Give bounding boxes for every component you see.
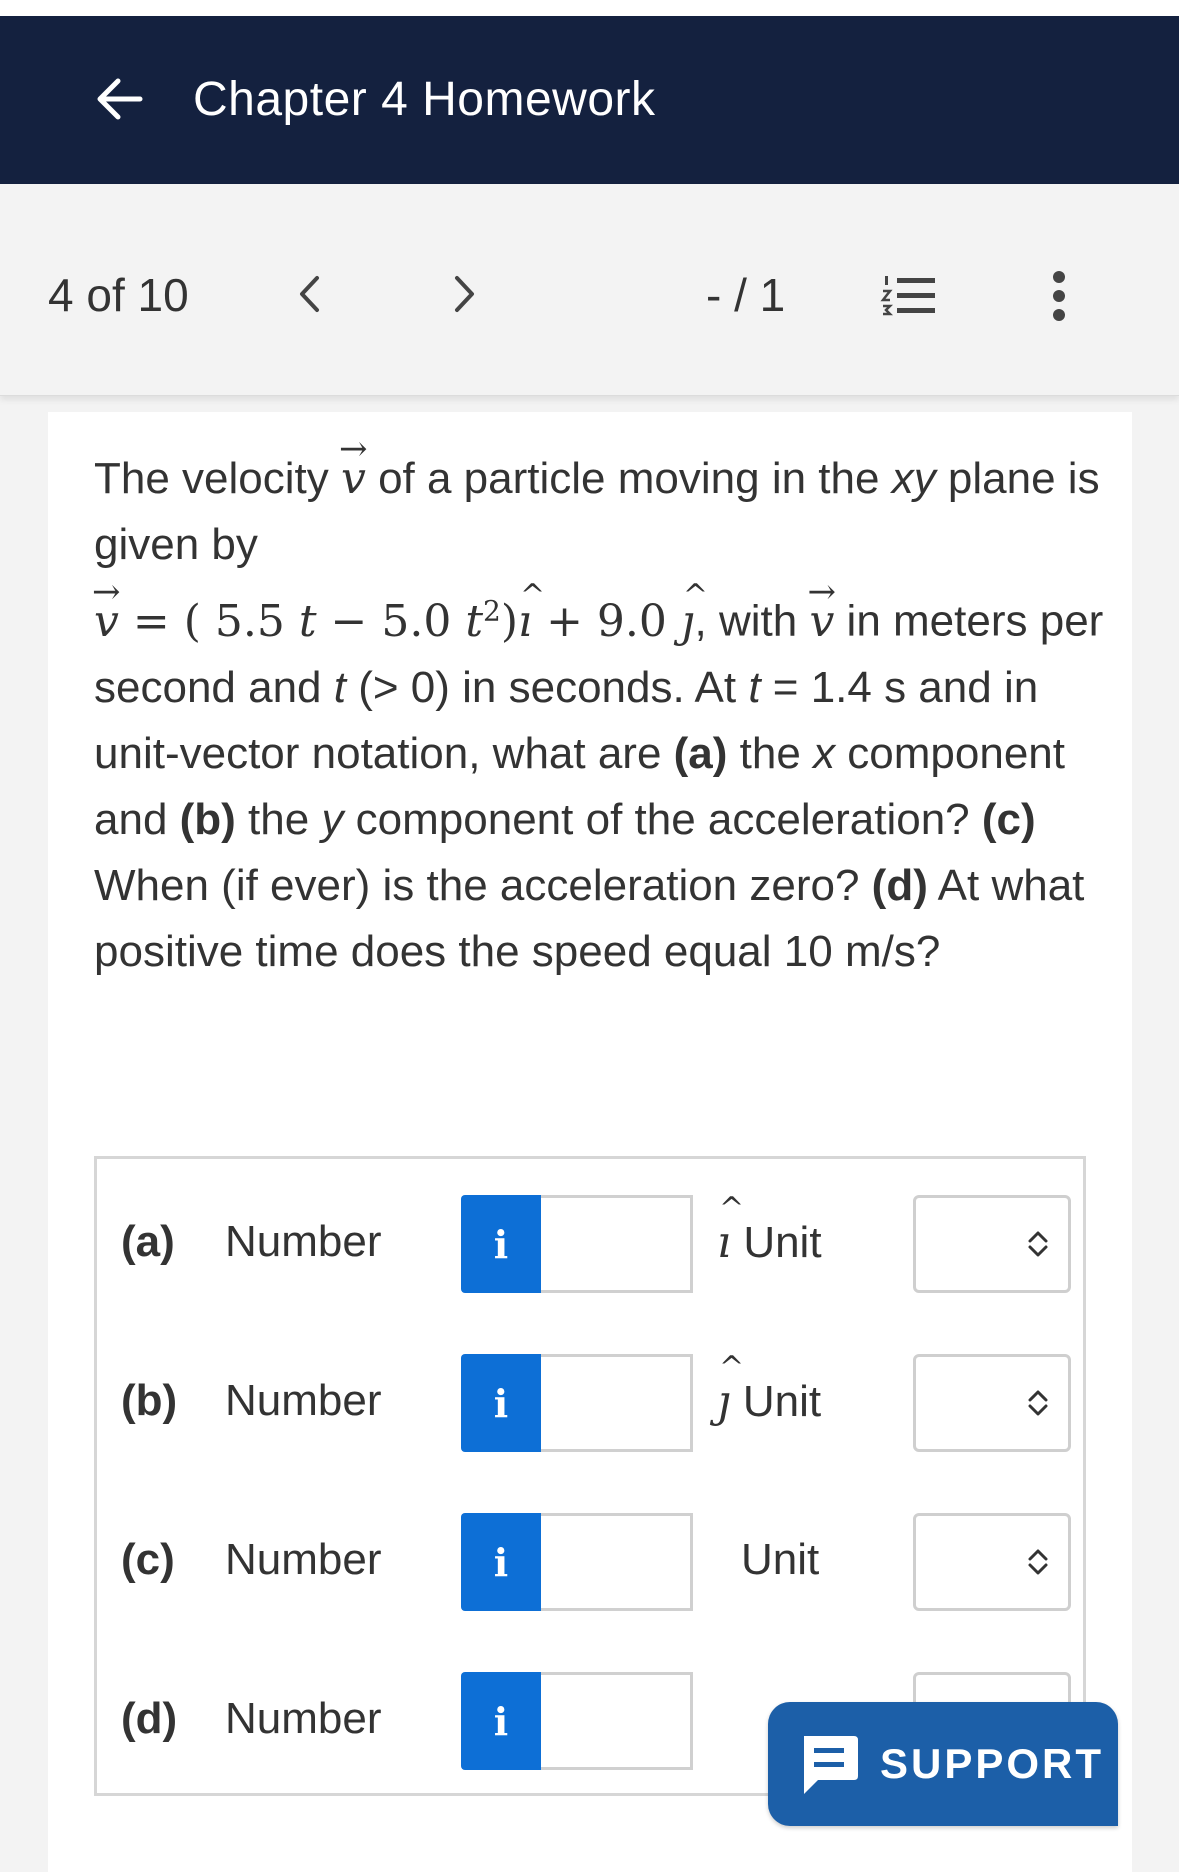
info-button[interactable]: i (461, 1354, 541, 1452)
chevron-up-down-icon (1028, 1390, 1048, 1416)
answer-row-b: (b) Number i ȷ Unit (97, 1348, 1083, 1452)
chevron-up-down-icon (1028, 1231, 1048, 1257)
unit-select[interactable] (913, 1513, 1071, 1611)
more-vertical-icon (1053, 271, 1065, 321)
chevron-right-icon (455, 276, 474, 312)
part-label: (a) (121, 1217, 175, 1266)
previous-question-button[interactable] (284, 266, 334, 322)
unit-select[interactable] (913, 1195, 1071, 1293)
unit-label: ı Unit (717, 1191, 822, 1268)
next-question-button[interactable] (440, 266, 490, 322)
number-label: Number (225, 1217, 382, 1266)
number-input[interactable] (541, 1195, 693, 1293)
info-button[interactable]: i (461, 1513, 541, 1611)
number-input[interactable] (541, 1354, 693, 1452)
status-strip (0, 0, 1179, 16)
numbered-list-icon (880, 276, 935, 316)
arrow-left-icon (97, 78, 143, 120)
chevron-up-down-icon (1028, 1549, 1048, 1575)
velocity-equation: v = ( 5.5 t − 5.0 t2)ı + 9.0 ȷ (92, 559, 707, 647)
support-label: SUPPORT (880, 1740, 1105, 1787)
answer-panel: (a) Number i ı Unit (b) Number i ȷ Unit … (94, 1156, 1086, 1796)
info-button[interactable]: i (461, 1672, 541, 1770)
question-text: The velocity v of a particle moving in t… (92, 416, 1104, 985)
part-label: (b) (121, 1376, 178, 1425)
support-button[interactable]: SUPPORT (768, 1702, 1118, 1826)
unit-label: ȷ Unit (717, 1350, 821, 1427)
unit-label: Unit (741, 1535, 820, 1584)
velocity-vector-symbol: v (339, 416, 367, 512)
question-card: The velocity v of a particle moving in t… (48, 412, 1132, 1872)
unit-select[interactable] (913, 1354, 1071, 1452)
number-input[interactable] (541, 1513, 693, 1611)
answer-row-a: (a) Number i ı Unit (97, 1189, 1083, 1293)
info-button[interactable]: i (461, 1195, 541, 1293)
number-input[interactable] (541, 1672, 693, 1770)
chat-icon (804, 1736, 858, 1794)
number-label: Number (225, 1535, 382, 1584)
question-list-button[interactable] (876, 266, 942, 326)
question-position: 4 of 10 (48, 269, 189, 321)
app-header: Chapter 4 Homework (0, 16, 1179, 184)
question-score: - / 1 (706, 269, 786, 321)
number-label: Number (225, 1694, 382, 1743)
part-label: (d) (121, 1694, 178, 1743)
more-options-button[interactable] (1036, 264, 1082, 328)
question-toolbar: 4 of 10 - / 1 (0, 184, 1179, 396)
answer-row-c: (c) Number i Unit (97, 1507, 1083, 1611)
page-title: Chapter 4 Homework (193, 73, 656, 126)
number-label: Number (225, 1376, 382, 1425)
part-label: (c) (121, 1535, 175, 1584)
back-button[interactable] (88, 68, 150, 130)
chevron-left-icon (300, 276, 319, 312)
